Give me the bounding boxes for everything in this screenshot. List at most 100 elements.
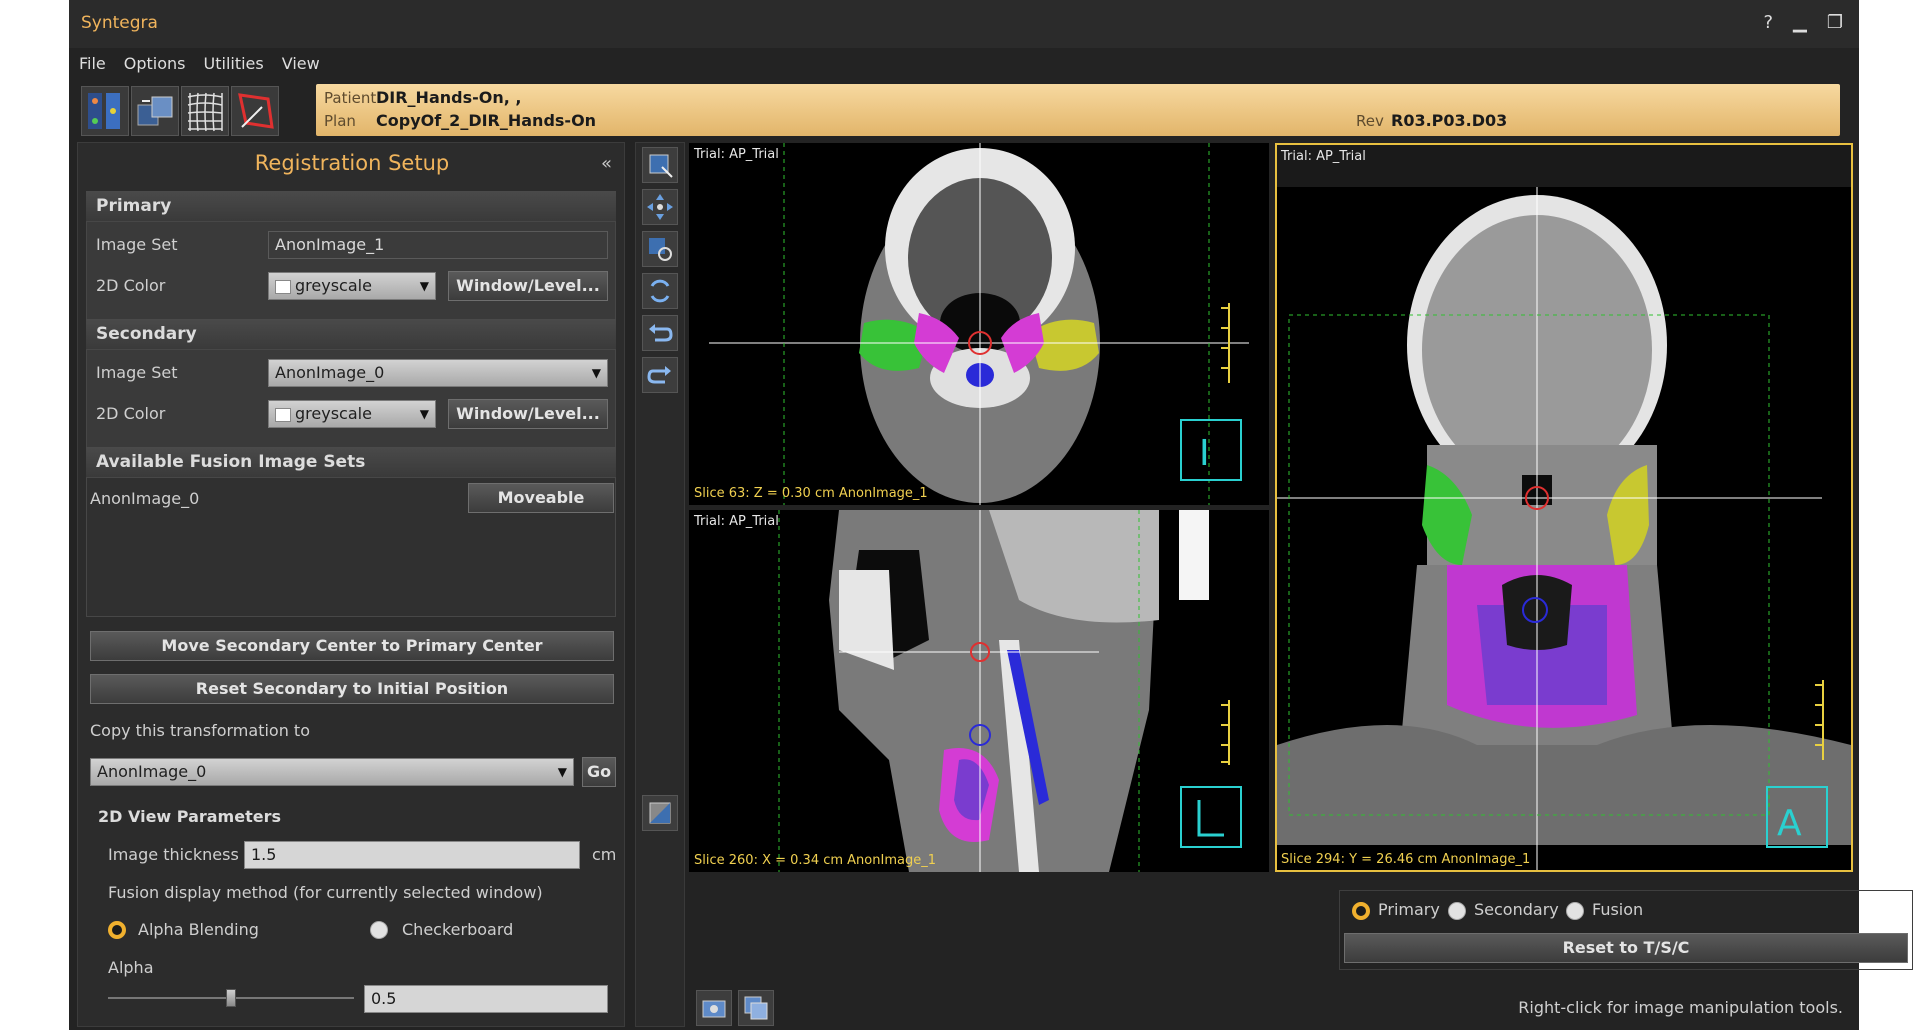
primary-image-set-field: AnonImage_1 xyxy=(268,231,608,259)
color-swatch-icon xyxy=(275,279,291,294)
title-bar: Syntegra ? ▁ ❐ xyxy=(69,0,1859,48)
rotate-tool[interactable] xyxy=(642,273,678,309)
patient-label: Patient xyxy=(324,89,377,107)
zoom-region-tool[interactable] xyxy=(642,147,678,183)
sagittal-view[interactable]: Trial: AP_Trial Slice 260: X = 0.34 cm A… xyxy=(689,510,1269,872)
primary-radio[interactable] xyxy=(1352,902,1370,920)
sagittal-slice-label: Slice 260: X = 0.34 cm AnonImage_1 xyxy=(694,853,936,868)
chevron-down-icon: ▼ xyxy=(591,366,601,380)
primary-window-level-button[interactable]: Window/Level... xyxy=(448,271,608,301)
capture-icon xyxy=(702,1000,726,1018)
alpha-value-input[interactable]: 0.5 xyxy=(364,985,608,1013)
contour-propagation-button[interactable] xyxy=(231,86,279,136)
deformation-grid-button[interactable] xyxy=(181,86,229,136)
secondary-image-set-select[interactable]: AnonImage_0 ▼ xyxy=(268,359,608,387)
copy-view-icon xyxy=(744,996,768,1020)
reset-secondary-button[interactable]: Reset Secondary to Initial Position xyxy=(90,674,614,704)
contour-icon xyxy=(238,93,274,129)
thickness-unit: cm xyxy=(592,845,617,864)
undo-icon xyxy=(649,324,673,342)
image-thickness-input[interactable]: 1.5 xyxy=(244,841,580,869)
patient-info-bar: Patient DIR_Hands-On, , Plan CopyOf_2_DI… xyxy=(316,84,1840,136)
fusion-radio-label: Fusion xyxy=(1592,900,1644,919)
undo-tool[interactable] xyxy=(642,315,678,351)
window-level-tool[interactable] xyxy=(642,795,678,831)
pan-tool[interactable] xyxy=(642,189,678,225)
coronal-trial-label: Trial: AP_Trial xyxy=(1281,149,1366,164)
chevron-down-icon: ▼ xyxy=(419,407,429,421)
coronal-slice-label: Slice 294: Y = 26.46 cm AnonImage_1 xyxy=(1281,852,1531,867)
reset-tsc-button[interactable]: Reset to T/S/C xyxy=(1344,933,1908,963)
axial-ct-image: I xyxy=(709,143,1249,505)
view-params-header: 2D View Parameters xyxy=(98,807,281,826)
menu-view[interactable]: View xyxy=(282,48,320,80)
checkerboard-label: Checkerboard xyxy=(402,920,514,939)
copy-transformation-label: Copy this transformation to xyxy=(90,721,310,740)
axial-view[interactable]: I Trial: AP_Trial Slice 63: Z = 0.30 cm … xyxy=(689,143,1269,505)
registration-icon xyxy=(88,93,120,129)
primary-image-set-label: Image Set xyxy=(96,235,178,254)
copy-target-select[interactable]: AnonImage_0 ▼ xyxy=(90,758,574,786)
rotate-arrows-icon xyxy=(650,279,670,303)
grid-icon xyxy=(187,92,223,132)
fusion-radio[interactable] xyxy=(1566,902,1584,920)
alpha-slider-thumb[interactable] xyxy=(226,989,236,1007)
secondary-image-set-label: Image Set xyxy=(96,363,178,382)
go-button[interactable]: Go xyxy=(582,757,616,787)
display-mode-controls: Primary Secondary Fusion Reset to T/S/C xyxy=(1339,890,1913,970)
zoom-region-icon xyxy=(649,154,673,178)
image-transfer-button[interactable] xyxy=(131,86,179,136)
rotate-view-tool[interactable] xyxy=(642,231,678,267)
axial-trial-label: Trial: AP_Trial xyxy=(694,147,779,162)
coronal-ct-image: A xyxy=(1277,145,1851,870)
secondary-radio[interactable] xyxy=(1448,902,1466,920)
fusion-sets-header: Available Fusion Image Sets xyxy=(86,447,616,477)
sagittal-trial-label: Trial: AP_Trial xyxy=(694,514,779,529)
minimize-icon[interactable]: ▁ xyxy=(1793,12,1807,33)
registration-tool-button[interactable] xyxy=(81,86,129,136)
move-secondary-center-button[interactable]: Move Secondary Center to Primary Center xyxy=(90,631,614,661)
color-swatch-icon xyxy=(275,407,291,422)
pan-arrows-icon xyxy=(647,194,673,220)
svg-text:A: A xyxy=(1777,803,1802,844)
secondary-color-select[interactable]: greyscale ▼ xyxy=(268,400,436,428)
copy-target-value: AnonImage_0 xyxy=(97,762,207,781)
rev-value: R03.P03.D03 xyxy=(1391,111,1508,130)
copy-view-tool[interactable] xyxy=(738,990,774,1026)
window-level-icon xyxy=(649,802,671,824)
rev-label: Rev xyxy=(1356,112,1384,130)
redo-tool[interactable] xyxy=(642,357,678,393)
secondary-radio-label: Secondary xyxy=(1474,900,1559,919)
secondary-2d-color-label: 2D Color xyxy=(96,404,166,423)
fusion-set-item[interactable]: AnonImage_0 xyxy=(90,489,199,508)
rotate-image-icon xyxy=(649,238,672,261)
axial-slice-label: Slice 63: Z = 0.30 cm AnonImage_1 xyxy=(694,486,928,501)
collapse-panel-icon[interactable]: « xyxy=(601,153,612,174)
checkerboard-radio[interactable] xyxy=(370,921,388,939)
plan-label: Plan xyxy=(324,112,356,130)
window-controls: ? ▁ ❐ xyxy=(1763,12,1843,33)
primary-color-select[interactable]: greyscale ▼ xyxy=(268,272,436,300)
fusion-method-label: Fusion display method (for currently sel… xyxy=(108,883,543,902)
menu-options[interactable]: Options xyxy=(124,48,186,80)
help-icon[interactable]: ? xyxy=(1763,12,1773,33)
primary-header: Primary xyxy=(86,191,616,221)
moveable-button[interactable]: Moveable xyxy=(468,483,614,513)
menu-file[interactable]: File xyxy=(79,48,106,80)
plan-value: CopyOf_2_DIR_Hands-On xyxy=(376,111,597,130)
patient-value: DIR_Hands-On, , xyxy=(376,88,522,107)
status-hint: Right-click for image manipulation tools… xyxy=(1518,998,1843,1017)
alpha-blending-radio[interactable] xyxy=(108,921,126,939)
alpha-blending-label: Alpha Blending xyxy=(138,920,259,939)
menu-bar: File Options Utilities View xyxy=(69,48,1859,80)
secondary-color-value: greyscale xyxy=(295,404,372,423)
application-window: Syntegra ? ▁ ❐ File Options Utilities Vi… xyxy=(69,0,1913,1030)
menu-utilities[interactable]: Utilities xyxy=(204,48,264,80)
primary-color-value: greyscale xyxy=(295,276,372,295)
secondary-window-level-button[interactable]: Window/Level... xyxy=(448,399,608,429)
coronal-view[interactable]: A Trial: AP_Trial Slice 294: Y = 26.46 c… xyxy=(1275,143,1853,872)
restore-icon[interactable]: ❐ xyxy=(1827,12,1843,33)
image-transfer-icon xyxy=(137,96,173,126)
capture-image-tool[interactable] xyxy=(696,990,732,1026)
chevron-down-icon: ▼ xyxy=(419,279,429,293)
